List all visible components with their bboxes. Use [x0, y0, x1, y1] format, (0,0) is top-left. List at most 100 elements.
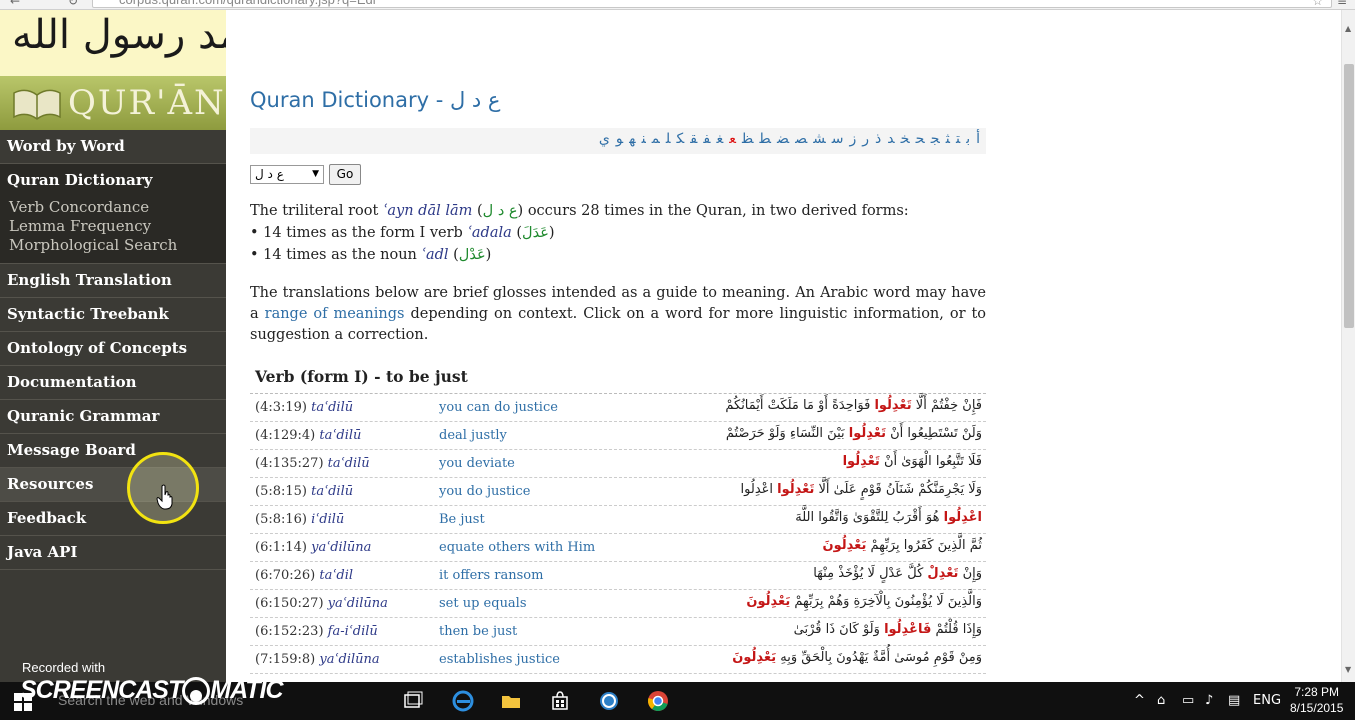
taskbar-clock[interactable]: 7:28 PM 8/15/2015	[1290, 684, 1343, 716]
alphabet-letter[interactable]: خ	[901, 131, 910, 147]
sidebar-subitem-verb-concordance[interactable]: Verb Concordance	[9, 198, 226, 217]
range-of-meanings-link[interactable]: range of meanings	[265, 306, 405, 322]
sidebar-item-message-board[interactable]: Message Board	[0, 434, 226, 468]
scroll-down-icon[interactable]: ▼	[1345, 665, 1351, 674]
gloss-link[interactable]: equate others with Him	[439, 540, 595, 555]
gloss-link[interactable]: then be just	[439, 624, 517, 639]
gloss-link[interactable]: establishes justice	[439, 652, 560, 667]
table-row[interactable]: (4:3:19) taʿdilū you can do justice فَإِ…	[250, 394, 986, 422]
volume-icon[interactable]: ♪	[1205, 693, 1213, 708]
sidebar-item-quran-dictionary[interactable]: Quran Dictionary	[0, 164, 226, 198]
task-view-icon[interactable]	[402, 690, 424, 712]
language-indicator[interactable]: ENG	[1253, 693, 1281, 708]
screencast-app-icon[interactable]	[598, 690, 620, 712]
verse-ref[interactable]: (6:70:26) taʿdil	[255, 568, 353, 583]
alphabet-letter[interactable]: ل	[666, 131, 671, 147]
sidebar-item-documentation[interactable]: Documentation	[0, 366, 226, 400]
back-icon[interactable]: ←	[10, 0, 20, 8]
tray-chevron-up-icon[interactable]: ^	[1134, 693, 1145, 708]
verse-ref[interactable]: (4:3:19) taʿdilū	[255, 400, 353, 415]
sidebar-item-ontology-of-concepts[interactable]: Ontology of Concepts	[0, 332, 226, 366]
derived-form-arabic[interactable]: عَدْل	[459, 247, 486, 263]
table-row[interactable]: (6:152:23) fa-iʿdilū then be just وَإِذَ…	[250, 618, 986, 646]
address-bar[interactable]: corpus.quran.com/qurandictionary.jsp?q=E…	[92, 0, 1332, 8]
alphabet-letter[interactable]: ج	[931, 131, 940, 147]
verse-ref[interactable]: (6:152:23) fa-iʿdilū	[255, 624, 378, 639]
alphabet-letter[interactable]: ن	[642, 131, 646, 147]
gloss-link[interactable]: it offers ransom	[439, 568, 543, 583]
alphabet-letter[interactable]: أ	[976, 131, 980, 147]
file-explorer-icon[interactable]	[500, 690, 522, 712]
logo-calligraphy[interactable]: لا إله إلا الله محمد رسول الله	[0, 10, 226, 76]
gloss-link[interactable]: Be just	[439, 512, 485, 527]
alphabet-letter[interactable]: ق	[690, 131, 697, 147]
verse-ref[interactable]: (4:129:4) taʿdilū	[255, 428, 361, 443]
battery-icon[interactable]: ▭	[1182, 693, 1194, 708]
sidebar-item-word-by-word[interactable]: Word by Word	[0, 130, 226, 164]
gloss-link[interactable]: you do justice	[439, 484, 530, 499]
table-row[interactable]: (6:150:27) yaʿdilūna set up equals وَالَ…	[250, 590, 986, 618]
alphabet-letter[interactable]: و	[616, 131, 623, 147]
alphabet-letter[interactable]: س	[832, 131, 844, 147]
alphabet-letter[interactable]: ح	[916, 131, 925, 147]
network-icon[interactable]: ⌂	[1157, 693, 1165, 708]
sidebar-item-quranic-grammar[interactable]: Quranic Grammar	[0, 400, 226, 434]
reload-icon[interactable]: ↻	[68, 0, 78, 8]
verse-ref[interactable]: (5:8:15) taʿdilū	[255, 484, 353, 499]
arabic-verse[interactable]: وَلَا يَجْرِمَنَّكُمْ شَنَآنُ قَوْمٍ عَل…	[741, 482, 982, 497]
alphabet-letter[interactable]: ب	[966, 131, 970, 147]
arabic-verse[interactable]: وَإِذَا قُلْتُمْ فَاعْدِلُوا وَلَوْ كَان…	[794, 622, 982, 637]
alphabet-letter-selected[interactable]: ع	[729, 131, 736, 147]
alphabet-letter[interactable]: ز	[849, 131, 856, 147]
alphabet-letter[interactable]: ص	[795, 131, 807, 147]
arabic-verse[interactable]: ثُمَّ الَّذِينَ كَفَرُوا بِرَبِّهِمْ يَع…	[823, 538, 982, 553]
arabic-verse[interactable]: فَإِنْ خِفْتُمْ أَلَّا تَعْدِلُوا فَوَاح…	[725, 398, 982, 413]
alphabet-letter[interactable]: ث	[946, 131, 950, 147]
verse-ref[interactable]: (4:135:27) taʿdilū	[255, 456, 370, 471]
sidebar-subitem-morphological-search[interactable]: Morphological Search	[9, 236, 226, 255]
alphabet-letter[interactable]: د	[887, 131, 894, 147]
alphabet-letter[interactable]: ه	[629, 131, 635, 147]
alphabet-letter[interactable]: ف	[703, 131, 710, 147]
table-row[interactable]: (5:8:15) taʿdilū you do justice وَلَا يَ…	[250, 478, 986, 506]
gloss-link[interactable]: deal justly	[439, 428, 507, 443]
go-button[interactable]: Go	[329, 164, 361, 185]
derived-form-transliteration[interactable]: ʿadala	[467, 225, 511, 241]
action-center-icon[interactable]: ▤	[1228, 693, 1240, 708]
alphabet-letter[interactable]: ك	[677, 131, 685, 147]
alphabet-letter[interactable]: ر	[862, 131, 869, 147]
table-row[interactable]: (7:159:8) yaʿdilūna establishes justice …	[250, 646, 986, 674]
derived-form-transliteration[interactable]: ʿadl	[421, 247, 448, 263]
logo-banner[interactable]: QUR'ĀN	[0, 76, 226, 130]
derived-form-arabic[interactable]: عَدَلَ	[522, 225, 549, 241]
scroll-thumb[interactable]	[1344, 64, 1354, 328]
alphabet-letter[interactable]: م	[652, 131, 660, 147]
verse-ref[interactable]: (5:8:16) iʿdilū	[255, 512, 344, 527]
arabic-verse[interactable]: وَلَنْ تَسْتَطِيعُوا أَنْ تَعْدِلُوا بَي…	[726, 426, 982, 441]
root-select[interactable]: ع د ل ▼	[250, 165, 324, 184]
arabic-verse[interactable]: وَإِنْ تَعْدِلْ كُلَّ عَدْلٍ لَا يُؤْخَذ…	[813, 566, 982, 581]
browser-menu-icon[interactable]: ≡	[1337, 0, 1347, 8]
alphabet-letter[interactable]: ذ	[875, 131, 881, 147]
alphabet-letter[interactable]: ي	[599, 131, 610, 147]
gloss-link[interactable]: you deviate	[439, 456, 515, 471]
alphabet-letter[interactable]: ط	[759, 131, 770, 147]
table-row[interactable]: (4:135:27) taʿdilū you deviate فَلَا تَت…	[250, 450, 986, 478]
verse-ref[interactable]: (7:159:8) yaʿdilūna	[255, 652, 380, 667]
table-row[interactable]: (6:1:14) yaʿdilūna equate others with Hi…	[250, 534, 986, 562]
table-row[interactable]: (4:129:4) taʿdilū deal justly وَلَنْ تَس…	[250, 422, 986, 450]
alphabet-letter[interactable]: ض	[777, 131, 789, 147]
edge-browser-icon[interactable]	[452, 690, 474, 712]
chrome-icon[interactable]	[647, 690, 669, 712]
table-row[interactable]: (5:8:16) iʿdilū Be just اعْدِلُوا هُوَ أ…	[250, 506, 986, 534]
bookmark-star-icon[interactable]: ☆	[1312, 0, 1323, 8]
sidebar-item-syntactic-treebank[interactable]: Syntactic Treebank	[0, 298, 226, 332]
sidebar-subitem-lemma-frequency[interactable]: Lemma Frequency	[9, 217, 226, 236]
sidebar-item-english-translation[interactable]: English Translation	[0, 264, 226, 298]
gloss-link[interactable]: set up equals	[439, 596, 527, 611]
page-scrollbar[interactable]: ▲ ▼	[1341, 10, 1355, 682]
arabic-verse[interactable]: وَمِنْ قَوْمِ مُوسَىٰ أُمَّةٌ يَهْدُونَ …	[732, 650, 982, 665]
alphabet-letter[interactable]: ش	[813, 131, 826, 147]
alphabet-letter[interactable]: غ	[716, 131, 723, 147]
verse-ref[interactable]: (6:1:14) yaʿdilūna	[255, 540, 371, 555]
